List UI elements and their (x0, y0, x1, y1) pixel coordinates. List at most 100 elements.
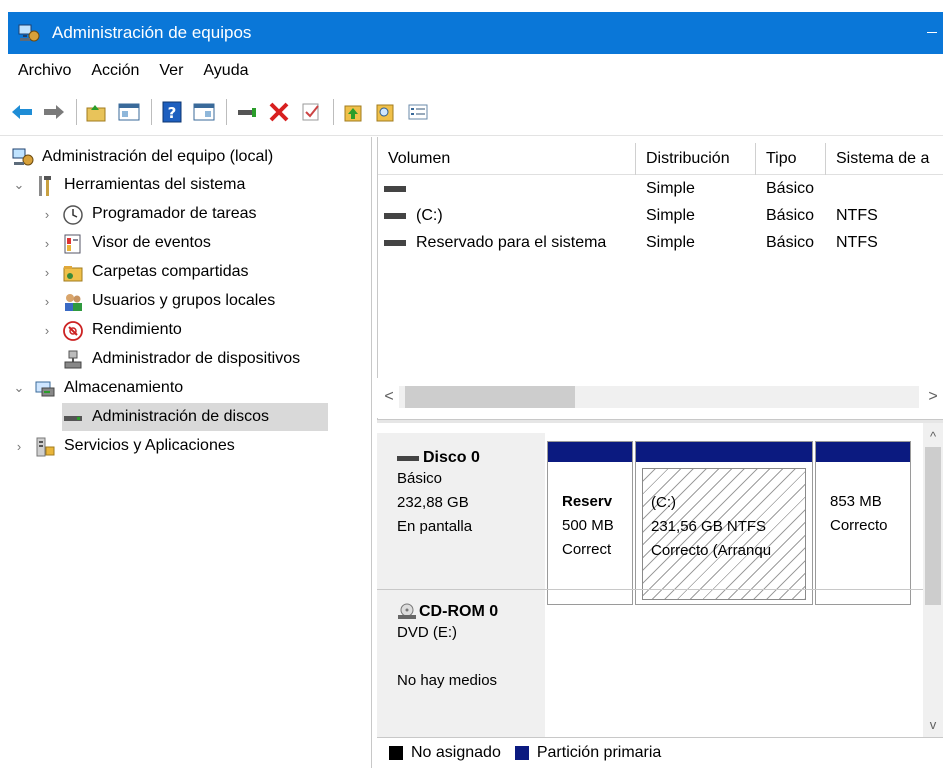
tree-item-performance[interactable]: › Rendimiento (40, 316, 182, 344)
column-header-distribucion[interactable]: Distribución (636, 143, 756, 175)
chevron-down-icon[interactable]: ⌄ (12, 177, 26, 192)
disk-icon (397, 455, 419, 461)
partition-bar (548, 442, 632, 462)
partition-bar (816, 442, 910, 462)
event-viewer-icon (62, 233, 84, 254)
list-view-icon[interactable] (406, 100, 430, 124)
performance-icon (62, 320, 84, 341)
scroll-left-icon[interactable]: < (379, 386, 399, 408)
storage-icon (34, 378, 56, 398)
up-arrow-folder-icon[interactable] (342, 100, 366, 124)
table-row[interactable]: Reservado para el sistema Simple Básico … (378, 229, 943, 256)
menu-bar: Archivo Acción Ver Ayuda (0, 54, 943, 88)
column-header-sistema[interactable]: Sistema de a (826, 143, 943, 175)
checkmark-icon[interactable] (299, 100, 323, 124)
tree-item-task-scheduler[interactable]: › Programador de tareas (40, 200, 257, 228)
tree-item-label: Servicios y Aplicaciones (64, 437, 235, 454)
volume-layout: Simple (646, 233, 695, 251)
legend-unallocated: No asignado (411, 744, 501, 761)
delete-icon[interactable] (267, 100, 291, 124)
volume-layout: Simple (646, 206, 695, 224)
legend-swatch-primary (514, 746, 529, 760)
console-tree: Administración del equipo (local) ⌄ Herr… (0, 137, 372, 768)
cdrom-name: CD-ROM 0 (419, 603, 499, 620)
tools-icon (34, 175, 56, 196)
legend-swatch-unallocated (389, 746, 403, 760)
tree-item-event-viewer[interactable]: › Visor de eventos (40, 229, 211, 257)
scroll-up-icon[interactable]: ^ (923, 425, 943, 447)
cdrom-icon (397, 603, 417, 621)
tree-item-shared-folders[interactable]: › Carpetas compartidas (40, 258, 249, 286)
partition-reserved[interactable]: Reserv 500 MB Correct (547, 441, 633, 605)
properties-view-icon[interactable] (192, 100, 216, 124)
column-header-tipo[interactable]: Tipo (756, 143, 826, 175)
device-manager-icon (62, 349, 84, 369)
tree-item-label: Usuarios y grupos locales (92, 292, 276, 309)
tree-item-disk-management[interactable]: Administración de discos (62, 403, 328, 431)
horizontal-scrollbar[interactable]: < > (377, 378, 943, 418)
back-arrow-icon[interactable] (10, 100, 34, 124)
scroll-thumb[interactable] (405, 386, 575, 408)
tree-item-label: Programador de tareas (92, 205, 257, 222)
disk-0-label[interactable]: Disco 0 Básico 232,88 GB En pantalla (377, 433, 545, 593)
computer-management-icon (18, 23, 40, 43)
chevron-right-icon[interactable]: › (40, 294, 54, 309)
up-folder-icon[interactable] (85, 100, 109, 124)
chevron-right-icon[interactable]: › (40, 265, 54, 280)
menu-ayuda[interactable]: Ayuda (203, 62, 248, 80)
tree-item-services[interactable]: › Servicios y Aplicaciones (12, 432, 235, 460)
menu-accion[interactable]: Acción (91, 62, 139, 80)
tree-item-storage[interactable]: ⌄ Almacenamiento (12, 374, 183, 402)
volume-type: Básico (766, 206, 815, 224)
cdrom-0-label[interactable]: CD-ROM 0 DVD (E:) No hay medios (377, 591, 545, 741)
scroll-down-icon[interactable]: v (923, 713, 943, 735)
tree-item-label: Almacenamiento (64, 379, 184, 396)
connect-virtual-disk-icon[interactable] (235, 100, 259, 124)
tree-item-system-tools[interactable]: ⌄ Herramientas del sistema (12, 171, 245, 199)
clock-icon (62, 204, 84, 225)
tree-item-root[interactable]: Administración del equipo (local) (12, 143, 273, 171)
menu-ver[interactable]: Ver (159, 62, 183, 80)
partition-c[interactable]: (C:) 231,56 GB NTFS Correcto (Arranqu (635, 441, 813, 605)
volume-icon (384, 212, 406, 219)
tree-item-label: Administración del equipo (local) (42, 148, 274, 165)
partition-status: Correcto (830, 517, 888, 534)
search-folder-icon[interactable] (374, 100, 398, 124)
partition-status: Correcto (Arranqu (651, 542, 772, 559)
help-icon[interactable]: ? (160, 100, 184, 124)
partition-size: 231,56 GB NTFS (651, 518, 767, 535)
chevron-right-icon[interactable]: › (40, 207, 54, 222)
menu-archivo[interactable]: Archivo (18, 62, 71, 80)
volume-name: (C:) (416, 206, 443, 224)
window-title: Administración de equipos (52, 23, 252, 42)
chevron-right-icon[interactable]: › (12, 439, 26, 454)
toolbar-separator (333, 98, 334, 125)
disk-map: Disco 0 Básico 232,88 GB En pantalla Res… (377, 423, 943, 768)
show-hide-console-tree-icon[interactable] (117, 100, 141, 124)
tree-item-device-manager[interactable]: Administrador de dispositivos (62, 345, 300, 373)
toolbar: ? (0, 88, 943, 136)
disk-status: En pantalla (397, 518, 473, 535)
legend: No asignado Partición primaria (377, 737, 943, 768)
users-icon (62, 291, 84, 311)
column-header-volumen[interactable]: Volumen (378, 143, 636, 175)
partition-bar (636, 442, 812, 462)
tree-item-local-users[interactable]: › Usuarios y grupos locales (40, 287, 275, 315)
svg-text:?: ? (168, 104, 177, 122)
tree-item-label: Administración de discos (92, 408, 269, 425)
forward-arrow-icon[interactable] (42, 100, 66, 124)
table-row[interactable]: (C:) Simple Básico NTFS (378, 202, 943, 229)
chevron-down-icon[interactable]: ⌄ (12, 380, 26, 395)
scroll-right-icon[interactable]: > (923, 386, 943, 408)
volume-list-header: Volumen Distribución Tipo Sistema de a (378, 143, 943, 175)
table-row[interactable]: Simple Básico (378, 175, 943, 202)
volume-layout: Simple (646, 179, 695, 197)
partition-recovery[interactable]: 853 MB Correcto (815, 441, 911, 605)
scroll-thumb[interactable] (925, 447, 941, 605)
volume-type: Básico (766, 233, 815, 251)
vertical-scrollbar[interactable]: ^ v (923, 423, 943, 737)
minimize-button[interactable] (927, 32, 937, 33)
chevron-right-icon[interactable]: › (40, 323, 54, 338)
tree-item-label: Carpetas compartidas (92, 263, 249, 280)
chevron-right-icon[interactable]: › (40, 236, 54, 251)
